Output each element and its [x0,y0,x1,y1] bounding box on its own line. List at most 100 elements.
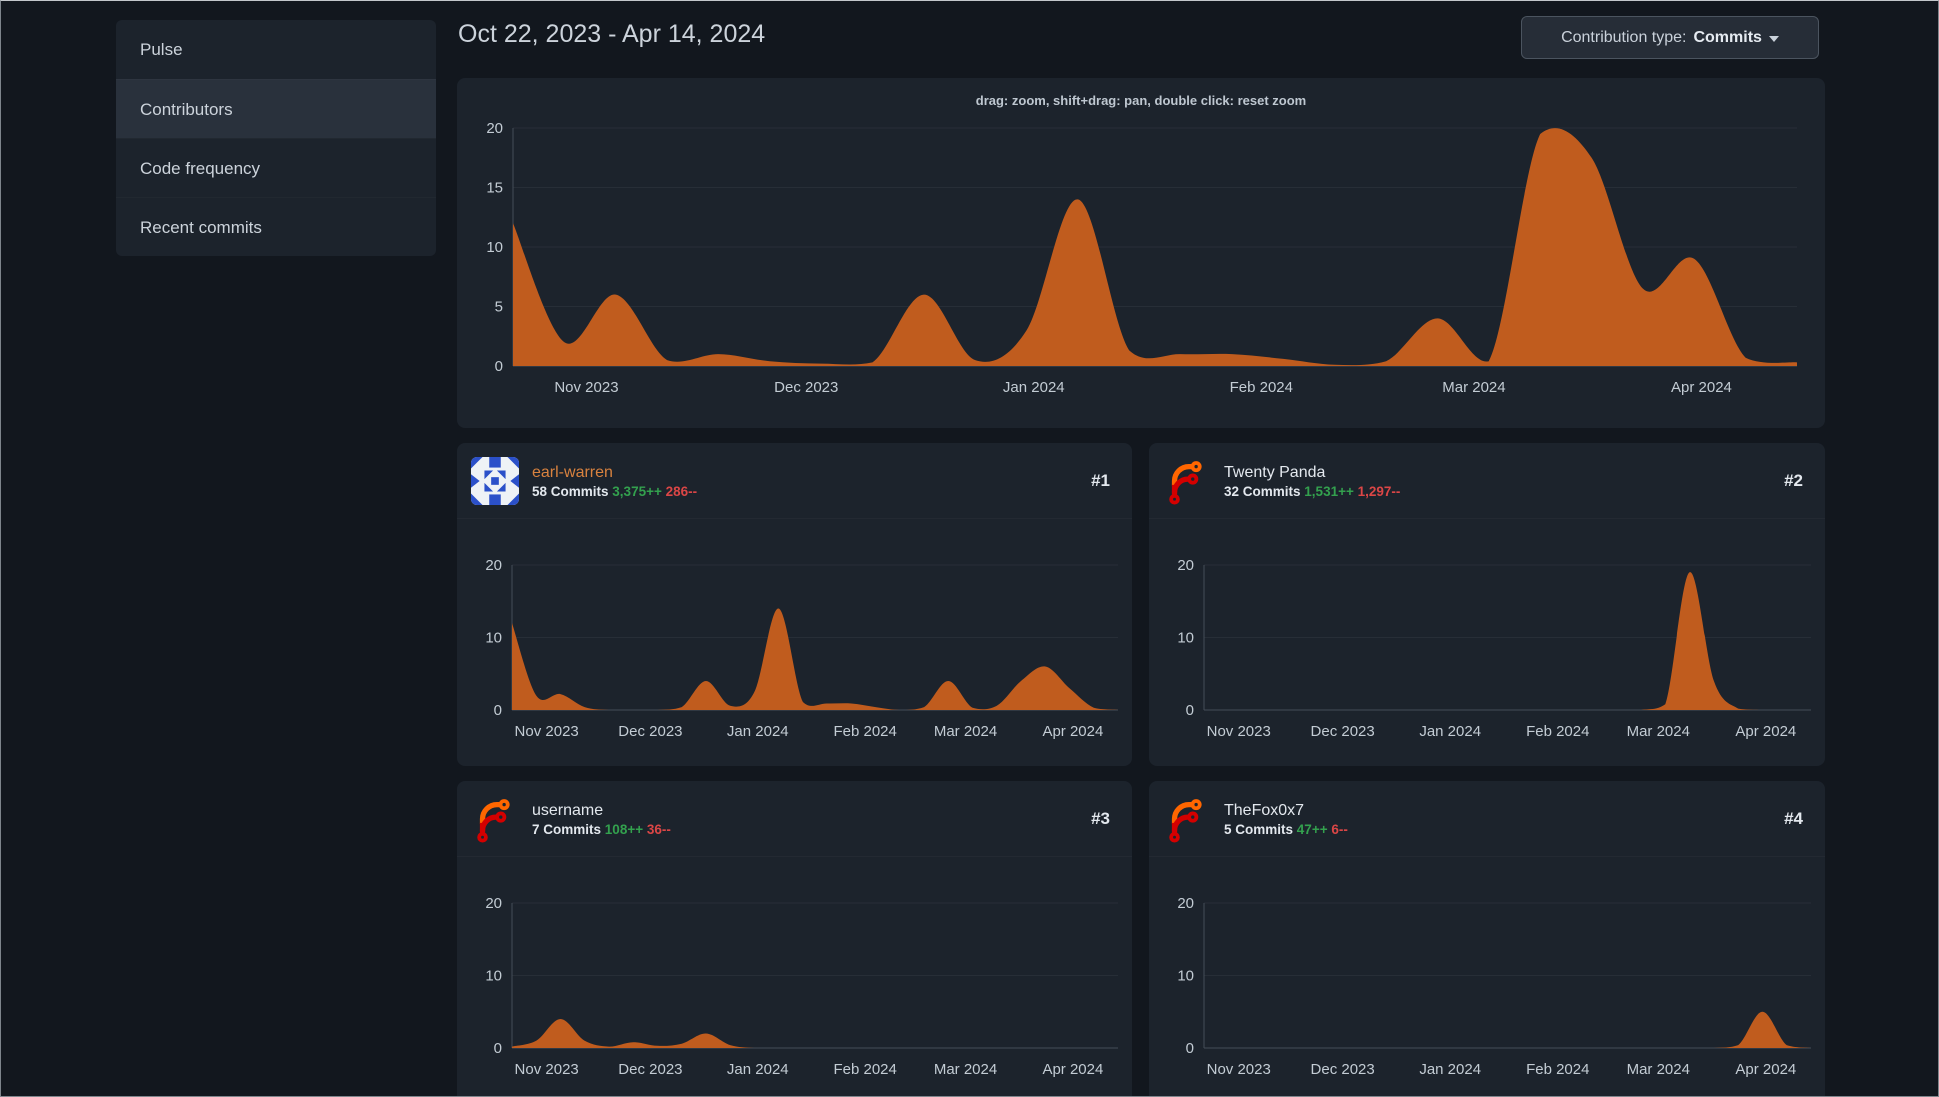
contributor-info: Twenty Panda 32 Commits 1,531++ 1,297-- [1224,462,1771,499]
svg-text:Jan 2024: Jan 2024 [727,1061,789,1078]
contributor-stats: 58 Commits 3,375++ 286-- [532,484,1078,499]
svg-text:Nov 2023: Nov 2023 [1207,1061,1271,1078]
svg-text:0: 0 [494,702,502,719]
svg-text:0: 0 [1186,702,1194,719]
contributor-stats: 32 Commits 1,531++ 1,297-- [1224,484,1771,499]
svg-text:20: 20 [485,557,502,574]
contributor-activity-chart[interactable]: 0 10 20 Nov 2023 Dec 2023 Jan 2024 Feb 2024 Mar… [457,519,1132,766]
svg-text:Nov 2023: Nov 2023 [515,723,579,740]
additions-count: 1,531++ [1304,484,1354,500]
chevron-down-icon [1768,35,1779,42]
svg-text:Apr 2024: Apr 2024 [1042,1061,1103,1078]
commit-count: 32 Commits [1224,484,1301,500]
svg-text:Feb 2024: Feb 2024 [833,723,896,740]
svg-text:Jan 2024: Jan 2024 [1419,1061,1481,1078]
contributor-activity-chart[interactable]: 0 10 20 Nov 2023 Dec 2023 Jan 2024 Feb 2024 Mar… [1149,857,1825,1096]
forgejo-logo-icon [1163,457,1211,505]
deletions-count: 1,297-- [1357,484,1401,500]
svg-text:15: 15 [486,180,503,197]
contributor-card-header: Twenty Panda 32 Commits 1,531++ 1,297-- … [1149,443,1825,519]
contributor-name: TheFox0x7 [1224,801,1305,819]
additions-count: 108++ [604,822,644,838]
sidebar-item-recent-commits[interactable]: Recent commits [116,197,436,256]
contribution-type-label: Contribution type: [1561,28,1687,46]
svg-text:Jan 2024: Jan 2024 [727,723,789,740]
rank-badge: #4 [1784,808,1803,828]
svg-text:Mar 2024: Mar 2024 [1627,723,1690,740]
svg-text:Mar 2024: Mar 2024 [934,1061,997,1078]
contributor-card-4: TheFox0x7 5 Commits 47++ 6-- #4 0 10 20 Nov… [1149,781,1825,1096]
contributor-card-2: Twenty Panda 32 Commits 1,531++ 1,297-- … [1149,443,1825,766]
commit-count: 7 Commits [532,822,602,838]
commit-count: 5 Commits [1224,822,1294,838]
svg-text:Feb 2024: Feb 2024 [1526,723,1589,740]
contributor-card-header: TheFox0x7 5 Commits 47++ 6-- #4 [1149,781,1825,857]
svg-text:Dec 2023: Dec 2023 [618,1061,682,1078]
svg-text:0: 0 [495,358,503,375]
sidebar-item-contributors[interactable]: Contributors [116,79,436,138]
contributor-card-1: earl-warren 58 Commits 3,375++ 286-- #1 … [457,443,1132,766]
svg-text:Nov 2023: Nov 2023 [515,1061,579,1078]
svg-text:Nov 2023: Nov 2023 [554,379,618,396]
svg-text:10: 10 [1177,630,1194,647]
deletions-count: 286-- [665,484,698,500]
svg-text:10: 10 [485,968,502,985]
svg-text:Nov 2023: Nov 2023 [1207,723,1271,740]
rank-badge: #3 [1091,808,1110,828]
svg-text:20: 20 [1177,557,1194,574]
zoom-hint-text: drag: zoom, shift+drag: pan, double clic… [975,93,1307,108]
svg-text:Apr 2024: Apr 2024 [1042,723,1103,740]
svg-text:Apr 2024: Apr 2024 [1735,1061,1796,1078]
contributor-name-link[interactable]: earl-warren [532,462,1078,484]
svg-text:Feb 2024: Feb 2024 [833,1061,896,1078]
rank-badge: #2 [1784,470,1803,490]
svg-text:Mar 2024: Mar 2024 [934,723,997,740]
additions-count: 3,375++ [612,484,662,500]
svg-text:5: 5 [495,299,503,316]
contributor-stats: 5 Commits 47++ 6-- [1224,822,1771,837]
forgejo-logo-icon [471,795,519,843]
overall-activity-chart[interactable]: 0 5 10 15 20 Nov 2023 Dec 2023 Jan 2024 Feb 2024… [457,114,1825,428]
svg-text:Apr 2024: Apr 2024 [1671,379,1732,396]
svg-text:20: 20 [486,120,503,137]
svg-text:20: 20 [1177,895,1194,912]
avatar[interactable] [471,457,519,505]
svg-text:Apr 2024: Apr 2024 [1735,723,1796,740]
commit-count: 58 Commits [532,484,609,500]
svg-text:Dec 2023: Dec 2023 [774,379,838,396]
svg-text:0: 0 [494,1040,502,1057]
contributor-activity-chart[interactable]: 0 10 20 Nov 2023 Dec 2023 Jan 2024 Feb 2024 Mar… [457,857,1132,1096]
contributor-info: earl-warren 58 Commits 3,375++ 286-- [532,462,1078,499]
deletions-count: 36-- [646,822,671,838]
activity-page: Pulse Contributors Code frequency Recent… [0,0,1939,1097]
contributor-activity-chart[interactable]: 0 10 20 Nov 2023 Dec 2023 Jan 2024 Feb 2024 Mar… [1149,519,1825,766]
svg-text:10: 10 [486,239,503,256]
sidebar-item-code-frequency[interactable]: Code frequency [116,138,436,197]
additions-count: 47++ [1296,822,1328,838]
date-range-title: Oct 22, 2023 - Apr 14, 2024 [458,20,766,48]
svg-text:Dec 2023: Dec 2023 [1311,723,1375,740]
sidebar-item-pulse[interactable]: Pulse [116,20,436,79]
contributor-stats: 7 Commits 108++ 36-- [532,822,1078,837]
svg-text:Dec 2023: Dec 2023 [618,723,682,740]
svg-text:10: 10 [1177,968,1194,985]
contributor-card-header: username 7 Commits 108++ 36-- #3 [457,781,1132,857]
contribution-type-value: Commits [1693,28,1762,46]
contributor-card-header: earl-warren 58 Commits 3,375++ 286-- #1 [457,443,1132,519]
contributor-info: TheFox0x7 5 Commits 47++ 6-- [1224,800,1771,837]
rank-badge: #1 [1091,470,1110,490]
contributor-name: username [532,801,604,819]
sidebar: Pulse Contributors Code frequency Recent… [116,20,436,256]
svg-text:20: 20 [485,895,502,912]
contributor-info: username 7 Commits 108++ 36-- [532,800,1078,837]
svg-text:10: 10 [485,630,502,647]
svg-text:Feb 2024: Feb 2024 [1526,1061,1589,1078]
svg-text:Dec 2023: Dec 2023 [1311,1061,1375,1078]
svg-text:0: 0 [1186,1040,1194,1057]
forgejo-logo-icon [1163,795,1211,843]
contribution-type-dropdown[interactable]: Contribution type: Commits [1521,16,1819,59]
deletions-count: 6-- [1331,822,1348,838]
svg-text:Jan 2024: Jan 2024 [1003,379,1065,396]
svg-text:Mar 2024: Mar 2024 [1442,379,1505,396]
svg-text:Mar 2024: Mar 2024 [1627,1061,1690,1078]
